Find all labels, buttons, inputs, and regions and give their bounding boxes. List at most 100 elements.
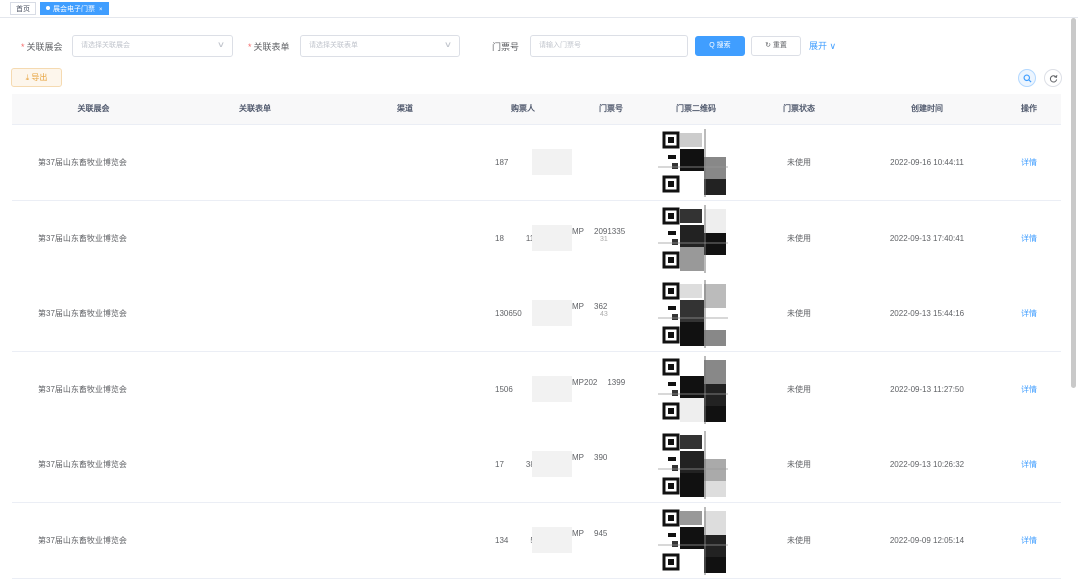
expand-link[interactable]: 展开 ∨ [809,40,836,52]
buyer-text: 1506 [495,384,513,394]
table-header: 关联展会 关联表单 渠道 购票人 门票号 门票二维码 门票状态 创建时间 操作 [12,94,1061,125]
buyer-cell: 1506 [495,352,535,427]
tab-home[interactable]: 首页 [10,2,36,15]
created-cell: 2022-09-13 10:26:32 [889,460,965,469]
ticket-qrcode [658,204,728,273]
exhibition-cell: 第37届山东畜牧业博览会 [38,384,127,394]
status-cell: 未使用 [787,384,811,394]
exhibition-cell: 第37届山东畜牧业博览会 [38,233,127,243]
created-cell: 2022-09-13 15:44:16 [889,309,965,318]
created-cell: 2022-09-13 11:27:50 [890,384,964,394]
ticket-suffix: 2091335 [594,226,626,236]
detail-link[interactable]: 详情 [997,125,1061,200]
form-placeholder: 请选择关联表单 [309,42,358,49]
ticket-prefix: MP [572,528,584,538]
ticket-cell: MP 945 [572,529,607,538]
col-buyer: 购票人 [511,104,535,113]
ticket-suffix: 945 [594,528,608,538]
reset-button[interactable]: ↻ 重置 [751,36,801,56]
status-cell: 未使用 [787,233,811,243]
ticket-qrcode [658,355,728,424]
exhibition-label-text: 关联展会 [26,42,63,52]
buyer-text: 134 [495,535,509,545]
exhibition-cell: 第37届山东畜牧业博览会 [38,309,127,318]
buyer-text: 17 [495,460,504,469]
ticket-subline: 43 [600,311,608,318]
required-mark: * [21,42,25,52]
ticket-prefix: MP [572,226,584,236]
required-mark: * [248,42,252,52]
status-cell: 未使用 [787,309,811,318]
refresh-button[interactable] [1044,69,1062,87]
col-exhibition: 关联展会 [77,104,110,113]
col-status: 门票状态 [783,104,815,113]
exhibition-cell: 第37届山东畜牧业博览会 [38,460,127,469]
form-label: * 关联表单 [248,41,290,53]
search-icon [1022,74,1032,83]
ticket-cell: MP202 1399 [572,378,625,387]
ticket-qrcode [658,129,728,197]
redaction-blur [532,451,572,477]
ticket-cell [572,151,600,160]
buyer-cell: 187 [495,125,530,200]
chevron-down-icon: ∨ [443,40,453,49]
tab-home-label: 首页 [16,6,30,13]
page-scrollbar[interactable] [1071,18,1076,388]
exhibition-cell: 第37届山东畜牧业博览会 [38,158,127,167]
ticket-suffix: 1399 [607,377,626,387]
detail-link[interactable]: 详情 [997,427,1061,502]
ticket-cell: MP 2091335 31 [572,227,625,243]
col-form: 关联表单 [239,104,271,113]
refresh-icon [1049,74,1057,83]
ticket-suffix: 390 [594,453,608,462]
table-row: 第37届山东畜牧业博览会 1506 MP202 1399 未使用 2022-09-13 1… [12,351,1061,428]
exhibition-cell: 第37届山东畜牧业博览会 [38,535,127,545]
export-button[interactable]: ⤓ 导出 [11,68,62,87]
buyer-text: 18 [495,233,504,243]
ticket-suffix: 362 [594,302,608,311]
tab-exhibition-tickets[interactable]: 展会电子门票 × [40,2,109,15]
table-row: 第37届山东畜牧业博览会18116MP209133531未使用2022-09-1… [12,200,1061,277]
form-label-text: 关联表单 [253,42,290,52]
detail-link[interactable]: 详情 [997,276,1061,351]
col-qrcode: 门票二维码 [676,104,716,113]
search-button[interactable]: Q 搜索 [695,36,745,56]
ticket-qrcode [658,280,728,348]
status-cell: 未使用 [787,535,811,545]
redaction-blur [532,224,572,251]
exhibition-label: * 关联展会 [21,41,63,53]
ticket-cell: MP 362 43 [572,302,608,318]
ticket-prefix: MP [572,453,584,462]
status-cell: 未使用 [787,460,811,469]
search-toggle-button[interactable] [1018,69,1036,87]
col-created: 创建时间 [911,104,943,113]
ticket-input[interactable]: 请输入门票号 [530,35,688,57]
ticket-label: 门票号 [492,42,520,52]
status-cell: 未使用 [787,158,811,167]
table-row: 第37届山东畜牧业博览会134558MP945未使用2022-09-09 12:… [12,502,1061,579]
created-cell: 2022-09-16 10:44:11 [890,158,964,167]
col-action: 操作 [1021,104,1037,113]
detail-link[interactable]: 详情 [997,352,1061,427]
redaction-blur [532,149,572,175]
redaction-blur [532,526,572,553]
tab-bar: 首页 展会电子门票 × [0,0,1078,18]
active-dot-icon [46,6,50,11]
exhibition-select[interactable]: 请选择关联展会 ∨ [72,35,233,57]
redaction-blur [532,375,572,402]
exhibition-placeholder: 请选择关联展会 [81,42,130,49]
table-row: 第37届山东畜牧业博览会 130650 MP 362 43 未使用 2022-09-13 1… [12,276,1061,352]
form-select[interactable]: 请选择关联表单 ∨ [300,35,460,57]
col-channel: 渠道 [397,104,413,113]
ticket-subline: 31 [600,235,608,243]
detail-link[interactable]: 详情 [997,503,1061,578]
detail-link[interactable]: 详情 [997,201,1061,276]
table-row: 第37届山东畜牧业博览会 187 未使用 2022-09-16 10:44:11 详情 [12,125,1061,201]
ticket-qrcode [658,506,728,575]
ticket-cell: MP 390 [572,453,607,462]
chevron-down-icon: ∨ [216,40,226,49]
tab-active-label: 展会电子门票 [53,6,95,13]
ticket-prefix: MP202 [572,377,598,387]
buyer-text: 187 [495,158,509,167]
tab-close-icon[interactable]: × [99,7,103,13]
